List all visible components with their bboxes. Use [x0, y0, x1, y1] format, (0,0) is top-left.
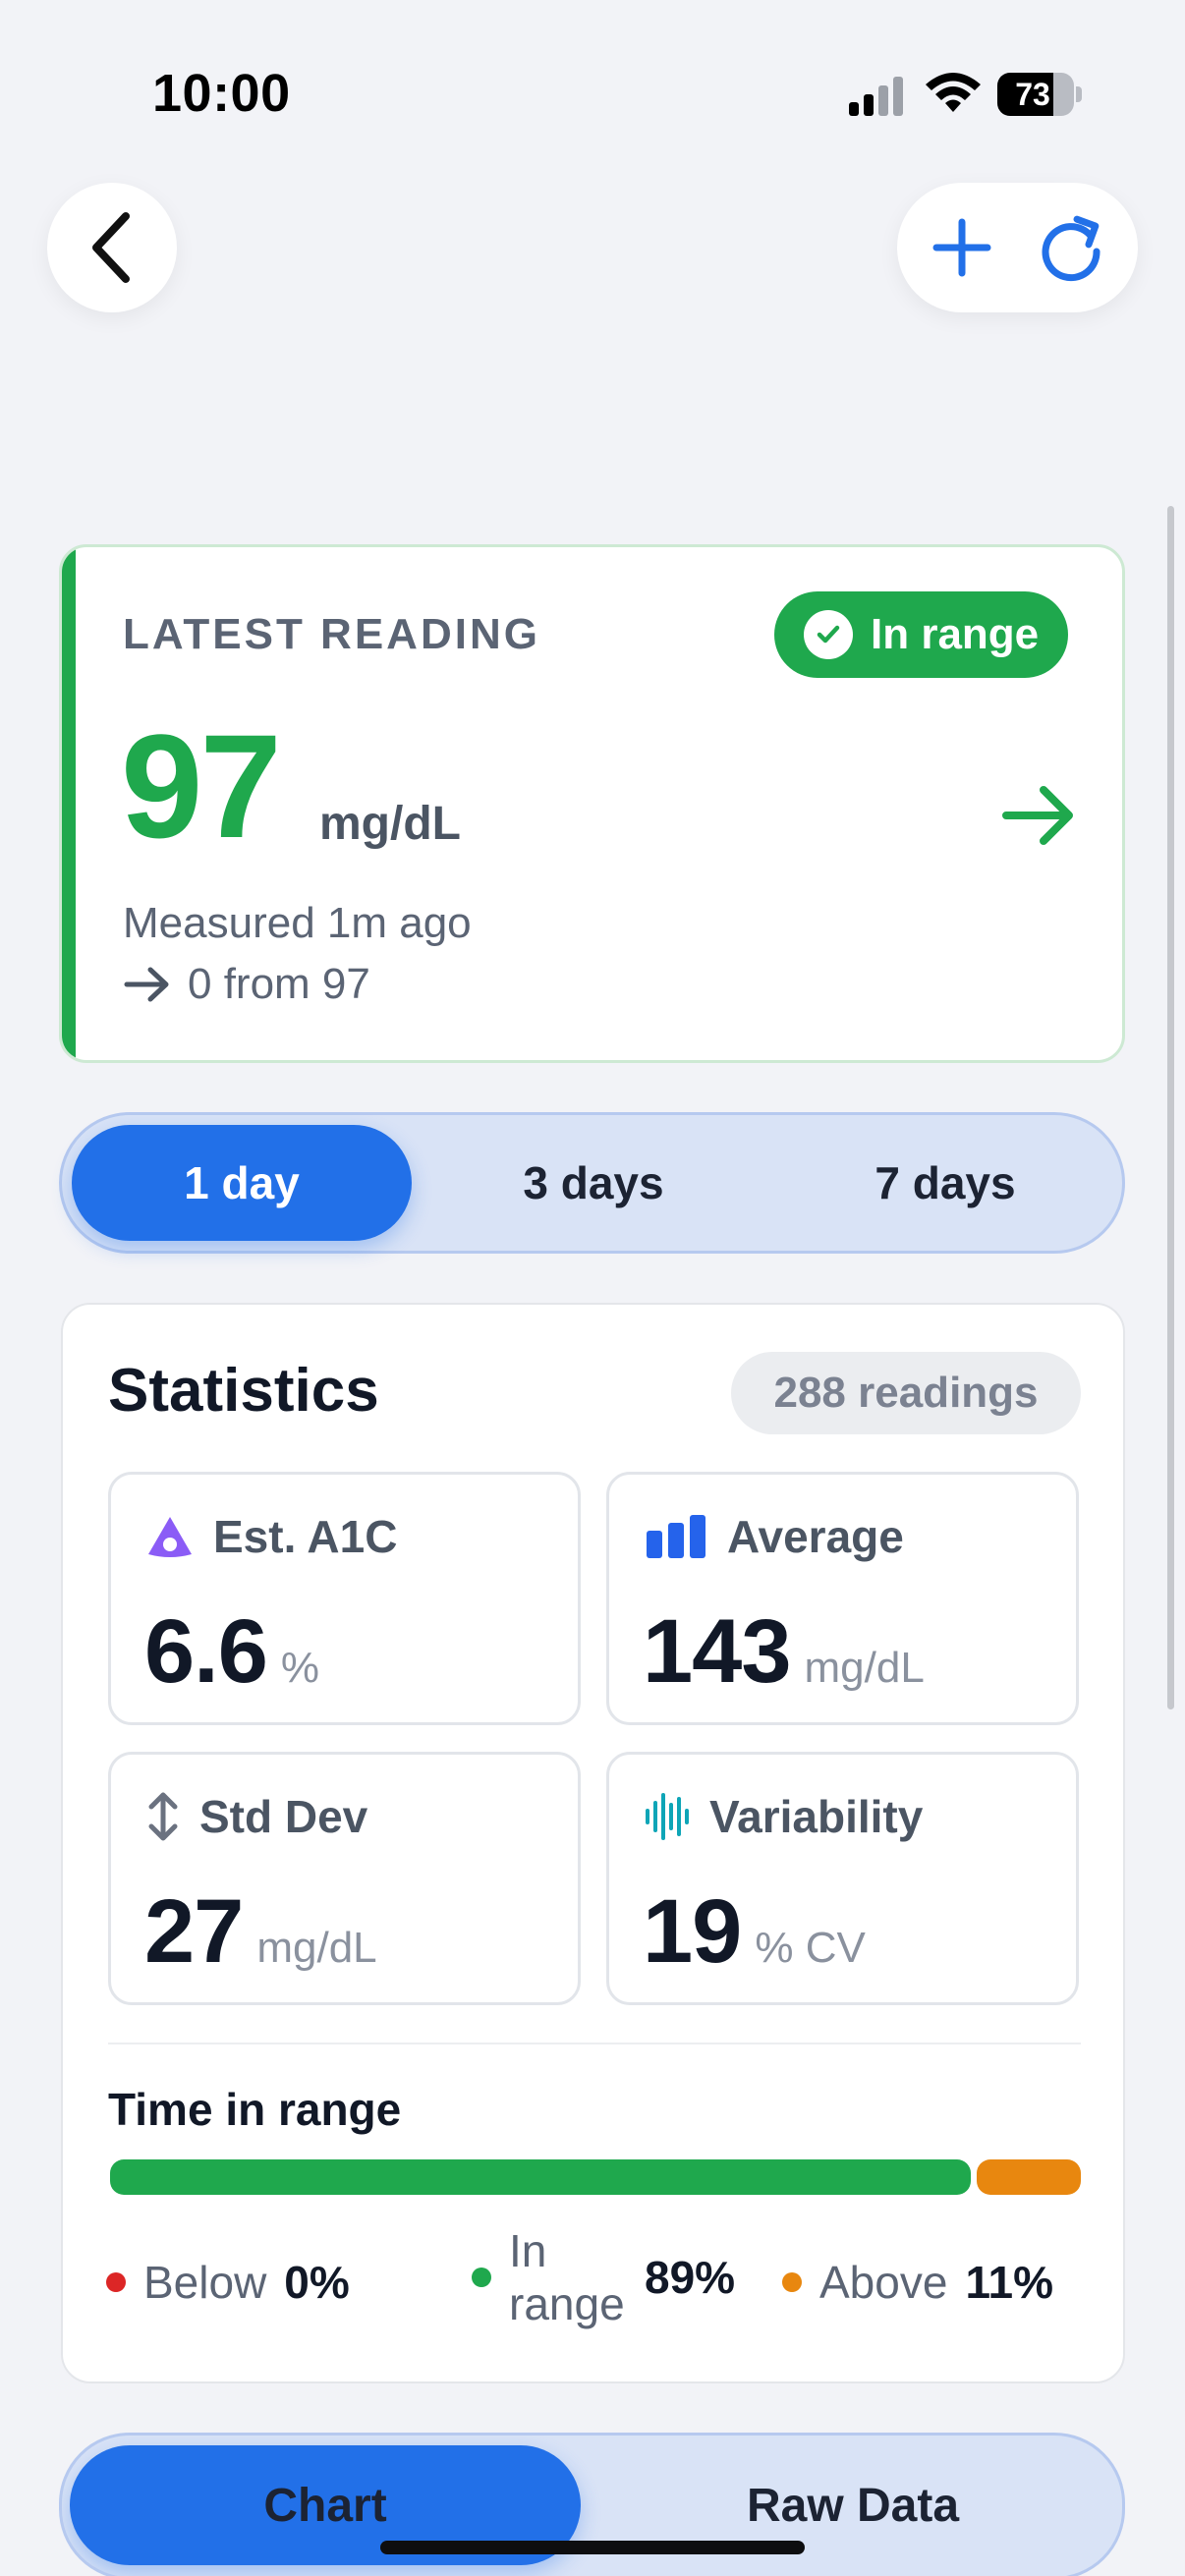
glucose-unit: mg/dL	[319, 798, 461, 850]
refresh-icon	[1042, 215, 1100, 282]
metric-value: 143	[643, 1601, 791, 1702]
time-in-range-title: Time in range	[108, 2084, 402, 2135]
arrow-right-icon	[1002, 786, 1073, 845]
metric-label: Std Dev	[199, 1791, 368, 1842]
legend-above-value: 11%	[965, 2257, 1053, 2309]
metric-label: Est. A1C	[213, 1511, 398, 1562]
drop-icon	[148, 1517, 192, 1557]
statistics-title: Statistics	[108, 1357, 379, 1425]
refresh-button[interactable]	[1025, 204, 1119, 291]
chevron-left-icon	[92, 212, 130, 283]
scroll-indicator[interactable]	[1167, 506, 1174, 1709]
readings-count-badge: 288 readings	[731, 1352, 1081, 1434]
metric-value: 27	[144, 1881, 244, 1982]
delta-text: 0 from 97	[188, 960, 370, 1008]
in-range-badge: In range	[774, 591, 1069, 678]
range-option-7-days[interactable]: 7 days	[775, 1125, 1115, 1241]
below-dot	[106, 2272, 126, 2293]
delta-row: 0 from 97	[123, 960, 370, 1009]
metric-unit: mg/dL	[804, 1644, 925, 1692]
metric-unit: %	[280, 1644, 320, 1692]
legend-above-label: Above	[819, 2257, 948, 2308]
status-bar: 10:00 73	[0, 0, 1185, 187]
time-in-range-segment-above	[977, 2159, 1081, 2195]
legend-in-range-label: In range	[509, 2225, 625, 2330]
legend-below-value: 0%	[284, 2257, 350, 2309]
card-accent-bar	[62, 547, 76, 1060]
time-in-range-segment-in-range	[110, 2159, 972, 2195]
metric-value: 19	[643, 1881, 742, 1982]
legend-in-range: In range 89%	[472, 2224, 735, 2331]
up-down-arrows-icon	[148, 1792, 178, 1841]
view-toggle: Chart Raw Data	[59, 2433, 1125, 2576]
battery-level: 73	[1015, 77, 1050, 112]
range-option-3-days[interactable]: 3 days	[423, 1125, 763, 1241]
checkmark-circle-icon	[804, 610, 853, 659]
latest-reading-label: LATEST READING	[123, 610, 540, 658]
time-in-range-legend: Below 0% In range 89% Above 11%	[106, 2224, 1089, 2352]
measured-time: Measured 1m ago	[123, 899, 472, 947]
glucose-value: 97	[121, 703, 282, 868]
in-range-dot	[472, 2268, 491, 2288]
cellular-signal-icon	[849, 77, 903, 116]
delta-arrow-icon	[124, 967, 169, 1002]
range-selector: 1 day 3 days 7 days	[59, 1112, 1125, 1254]
wifi-icon	[926, 73, 981, 112]
in-range-label: In range	[871, 610, 1040, 658]
header-actions	[897, 183, 1138, 312]
legend-below: Below 0%	[106, 2256, 350, 2309]
above-dot	[782, 2272, 802, 2293]
metric-std-dev: Std Dev 27 mg/dL	[108, 1752, 581, 2005]
legend-below-label: Below	[143, 2257, 267, 2308]
status-time: 10:00	[152, 64, 291, 123]
divider	[108, 2043, 1081, 2044]
home-indicator[interactable]	[380, 2541, 805, 2554]
legend-above: Above 11%	[782, 2256, 1053, 2309]
metric-est-a1c: Est. A1C 6.6 %	[108, 1472, 581, 1725]
legend-in-range-value: 89%	[645, 2252, 736, 2304]
back-button[interactable]	[47, 183, 177, 312]
metric-unit: % CV	[755, 1924, 866, 1972]
metric-label: Average	[727, 1511, 904, 1562]
metric-unit: mg/dL	[256, 1924, 377, 1972]
metric-average: Average 143 mg/dL	[606, 1472, 1079, 1725]
waveform-icon	[646, 1793, 689, 1840]
metric-value: 6.6	[144, 1601, 268, 1702]
latest-reading-card[interactable]: LATEST READING In range 97 mg/dL Measure…	[59, 544, 1125, 1063]
plus-icon	[932, 218, 991, 277]
range-option-1-day[interactable]: 1 day	[72, 1125, 412, 1241]
battery-icon: 73	[997, 73, 1082, 116]
time-in-range-bar	[110, 2159, 1081, 2195]
metric-variability: Variability 19 % CV	[606, 1752, 1079, 2005]
metric-label: Variability	[709, 1791, 924, 1842]
statistics-card: Statistics 288 readings Est. A1C 6.6 % A…	[61, 1303, 1125, 2383]
bar-chart-icon	[647, 1515, 705, 1558]
add-reading-button[interactable]	[919, 204, 1005, 291]
